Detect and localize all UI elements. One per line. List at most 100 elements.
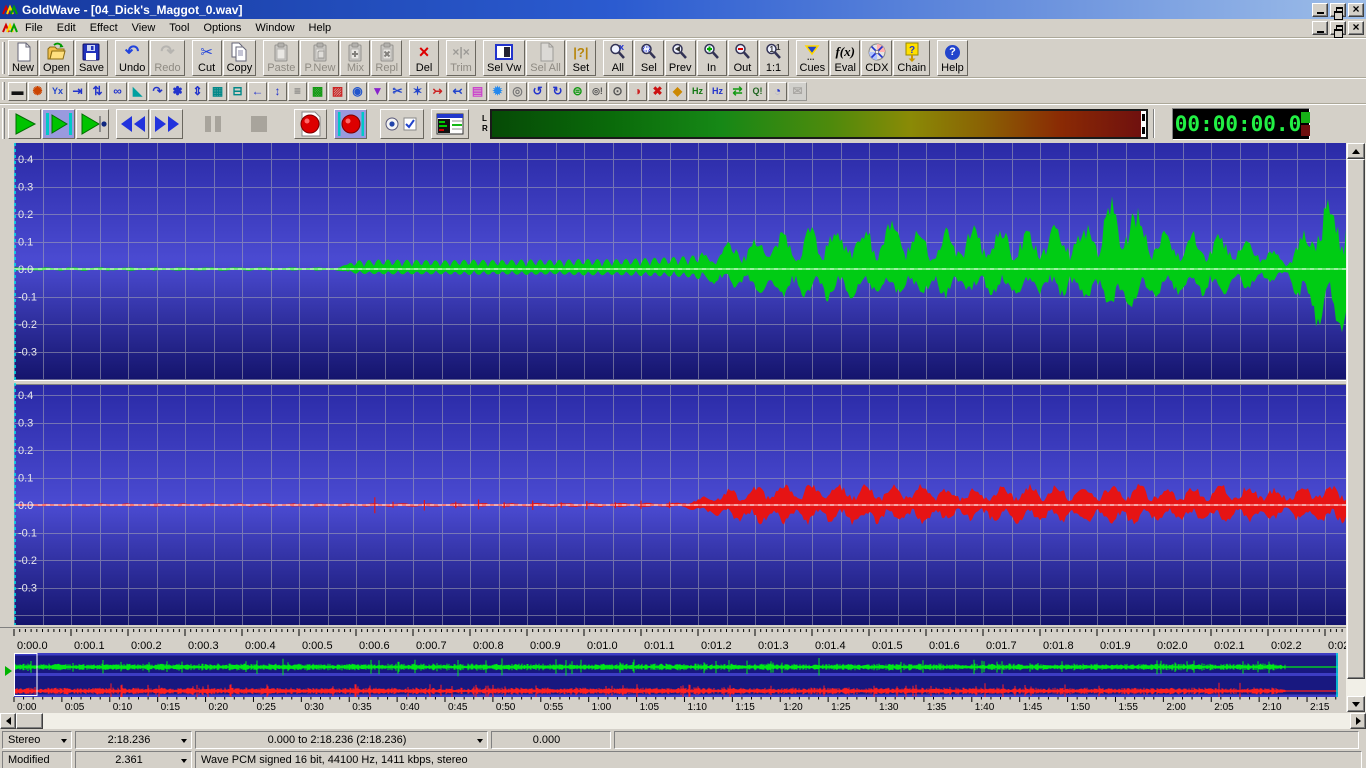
dropdown-arrow-icon[interactable] (181, 739, 187, 743)
menu-item-edit[interactable]: Edit (50, 20, 83, 36)
minimize-button[interactable] (1312, 3, 1328, 17)
menu-item-file[interactable]: File (18, 20, 50, 36)
cut-button[interactable]: ✂Cut (192, 40, 222, 76)
smash-icon[interactable]: ✶ (408, 82, 427, 101)
shape-volume-icon[interactable]: ⊙ (608, 82, 627, 101)
eval-button[interactable]: f(x)Eval (830, 40, 860, 76)
sel-all-button[interactable]: Sel All (526, 40, 565, 76)
status-zoom-value[interactable]: 2.361 (75, 751, 192, 768)
trim-button[interactable]: ×|×Trim (446, 40, 476, 76)
scroll-down-button[interactable] (1347, 696, 1365, 712)
time-axis[interactable]: 0:00.00:00.10:00.20:00.30:00.40:00.50:00… (0, 627, 1346, 653)
status-selection-range[interactable]: 0.000 to 2:18.236 (2:18.236) (195, 731, 488, 749)
expander-icon[interactable]: ⇅ (88, 82, 107, 101)
out-button[interactable]: Out (728, 40, 758, 76)
all-button[interactable]: xAll (603, 40, 633, 76)
cdx-button[interactable]: CDX (861, 40, 892, 76)
stop-button[interactable] (242, 109, 275, 139)
overview-position-marker-icon[interactable] (5, 666, 12, 676)
1-1-button[interactable]: 111:1 (759, 40, 789, 76)
waveform-editor[interactable]: 0.40.30.20.10.0-0.1-0.2-0.30.40.30.20.10… (14, 143, 1346, 625)
menu-item-view[interactable]: View (125, 20, 163, 36)
equalizer-icon[interactable]: ▦ (208, 82, 227, 101)
playback-clock-icon[interactable]: ◔ (768, 82, 787, 101)
toolbar-grip[interactable] (2, 82, 5, 100)
fast-forward-button[interactable] (150, 109, 183, 139)
sparkle-icon[interactable]: ✹ (488, 82, 507, 101)
menu-item-window[interactable]: Window (248, 20, 301, 36)
cues-button[interactable]: ...Cues (796, 40, 830, 76)
restore-button[interactable] (1330, 3, 1346, 17)
menu-item-options[interactable]: Options (196, 20, 248, 36)
fade-icon[interactable]: ◣ (128, 82, 147, 101)
stereo-3d-icon[interactable]: ◉ (348, 82, 367, 101)
vertical-scroll-thumb[interactable] (1347, 159, 1365, 679)
del-button[interactable]: ×Del (409, 40, 439, 76)
noise-reduction-icon[interactable]: ↢ (448, 82, 467, 101)
in-button[interactable]: In (697, 40, 727, 76)
smear-icon[interactable]: ✉ (788, 82, 807, 101)
knob-icon[interactable]: ◎ (508, 82, 527, 101)
invert-icon[interactable]: ↷ (148, 82, 167, 101)
horizontal-scrollbar[interactable] (0, 713, 1366, 729)
vertical-scrollbar[interactable] (1346, 143, 1366, 712)
scroll-right-button[interactable] (1350, 713, 1366, 729)
silence-cut-icon[interactable]: ✂ (388, 82, 407, 101)
dropdown-arrow-icon[interactable] (61, 739, 67, 743)
filter-icon[interactable]: ≡ (288, 82, 307, 101)
scroll-left-button[interactable] (0, 713, 16, 729)
overview-waveform[interactable] (14, 653, 1338, 697)
scroll-up-button[interactable] (1347, 143, 1365, 159)
spectrum-icon[interactable]: ▼ (368, 82, 387, 101)
sel-vw-button[interactable]: Sel Vw (483, 40, 525, 76)
control-properties-button[interactable] (431, 109, 469, 139)
undo-button[interactable]: ↶Undo (115, 40, 149, 76)
menu-item-effect[interactable]: Effect (83, 20, 125, 36)
child-close-button[interactable]: × (1348, 21, 1364, 35)
dynamics-icon[interactable]: Yx (48, 82, 67, 101)
time-warp-icon[interactable]: ↺ (528, 82, 547, 101)
play-from-marker-button[interactable] (76, 109, 109, 139)
redo-button[interactable]: ↷Redo (150, 40, 184, 76)
chain-button[interactable]: ?Chain (893, 40, 930, 76)
dropdown-arrow-icon[interactable] (477, 739, 483, 743)
volume-icon[interactable]: ↕ (268, 82, 287, 101)
menu-item-tool[interactable]: Tool (162, 20, 196, 36)
toolbar-grip[interactable] (2, 42, 5, 74)
record-selection-button[interactable] (334, 109, 367, 139)
repl-button[interactable]: Repl (371, 40, 402, 76)
rewind-button[interactable] (116, 109, 149, 139)
child-minimize-button[interactable] (1312, 21, 1328, 35)
status-total-length[interactable]: 2:18.236 (75, 731, 192, 749)
menu-item-help[interactable]: Help (302, 20, 339, 36)
monitor-toggle-button[interactable] (380, 109, 424, 139)
horizontal-scroll-thumb[interactable] (16, 713, 43, 729)
prev-button[interactable]: Prev (665, 40, 696, 76)
mix-button[interactable]: Mix (340, 40, 370, 76)
pitch-updown-icon[interactable]: ⇕ (188, 82, 207, 101)
mechanize-icon[interactable]: ✽ (168, 82, 187, 101)
play-button[interactable] (8, 109, 41, 139)
max-volume-icon[interactable]: ◎! (588, 82, 607, 101)
copy-button[interactable]: Copy (223, 40, 257, 76)
offset-icon[interactable]: ▬ (8, 82, 27, 101)
doppler-icon[interactable]: ✺ (28, 82, 47, 101)
pitch-hz-icon[interactable]: Hz (688, 82, 707, 101)
paste-button[interactable]: Paste (263, 40, 299, 76)
help-button[interactable]: ?Help (937, 40, 968, 76)
titlebar[interactable]: GoldWave - [04_Dick's_Maggot_0.wav] × (0, 0, 1366, 19)
pan-icon[interactable]: ◑ (628, 82, 647, 101)
set-button[interactable]: |?|Set (566, 40, 596, 76)
sel-button[interactable]: Sel (634, 40, 664, 76)
balance-icon[interactable]: ◆ (668, 82, 687, 101)
level-icon[interactable]: ⊜ (568, 82, 587, 101)
echo-icon[interactable]: ⇥ (68, 82, 87, 101)
maximize-q-icon[interactable]: Q! (748, 82, 767, 101)
flanger-icon[interactable]: ∞ (108, 82, 127, 101)
play-selection-button[interactable] (42, 109, 75, 139)
match-icon[interactable]: ▨ (328, 82, 347, 101)
resample-hz-icon[interactable]: Hz (708, 82, 727, 101)
pause-button[interactable] (196, 109, 229, 139)
match-max-icon[interactable]: ▩ (308, 82, 327, 101)
status-channel-mode[interactable]: Stereo (2, 731, 72, 749)
